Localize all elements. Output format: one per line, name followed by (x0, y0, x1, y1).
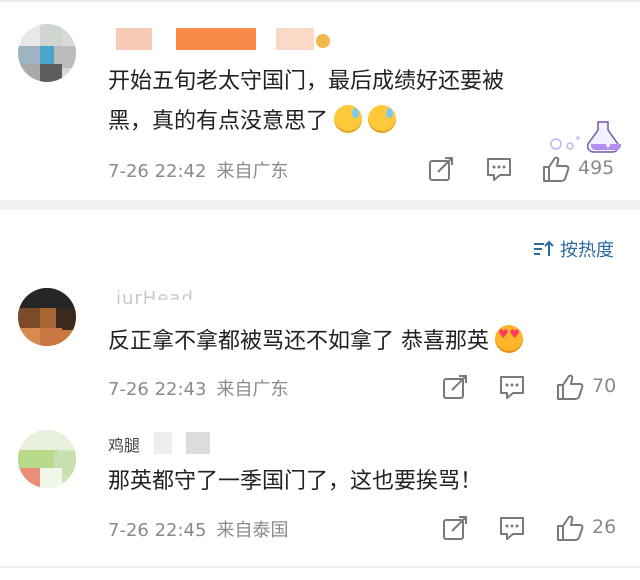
sort-label: 按热度 (560, 240, 614, 261)
share-icon[interactable] (428, 156, 454, 182)
comment-item: iurHead 反正拿不拿都被骂还不如拿了 恭喜那英 7-26 22:43 来自广… (0, 270, 640, 410)
username-redacted[interactable]: iurHead (116, 288, 316, 310)
comment-text: 反正拿不拿都被骂还不如拿了 恭喜那英 (108, 322, 523, 362)
comment-date: 7-26 22:45 (108, 520, 207, 541)
username-fragment: 鸡腿 (108, 436, 141, 455)
sort-button[interactable]: 按热度 (532, 236, 614, 262)
potion-decoration-icon (550, 121, 622, 153)
share-icon[interactable] (442, 374, 468, 400)
avatar[interactable] (18, 288, 76, 346)
comment-icon[interactable] (499, 374, 525, 400)
share-icon[interactable] (442, 515, 468, 541)
like-icon[interactable] (542, 155, 570, 183)
comment-icon[interactable] (499, 515, 525, 541)
comment-icon[interactable] (486, 156, 512, 182)
username-redacted[interactable] (116, 28, 336, 50)
comment-source: 来自广东 (216, 161, 289, 182)
comment-date: 7-26 22:42 (108, 161, 207, 182)
like-count: 495 (578, 157, 615, 179)
bottom-divider (0, 566, 640, 568)
comment-source: 来自广东 (216, 379, 289, 400)
comment-item: 开始五旬老太守国门，最后成绩好还要被 黑，真的有点没意思了 7-26 22:42… (0, 0, 640, 200)
comment-item: 鸡腿 那英都守了一季国门了，这也要挨骂！ 7-26 22:45 来自泰国 26 (0, 412, 640, 552)
comment-meta: 7-26 22:45 来自泰国 (108, 516, 298, 542)
comment-text-line-2: 黑，真的有点没意思了 (108, 109, 329, 134)
comment-text-line: 那英都守了一季国门了，这也要挨骂！ (108, 469, 483, 494)
comment-text: 开始五旬老太守国门，最后成绩好还要被 黑，真的有点没意思了 (108, 62, 504, 142)
sort-icon (534, 240, 554, 256)
sweat-face-emoji (368, 105, 397, 133)
username-redacted[interactable]: 鸡腿 (108, 432, 228, 455)
comment-text-line: 黑，真的有点没意思了 (108, 102, 504, 142)
like-icon[interactable] (556, 514, 584, 542)
sweat-face-emoji (334, 105, 363, 133)
comment-meta: 7-26 22:43 来自广东 (108, 375, 298, 401)
like-icon[interactable] (556, 373, 584, 401)
like-count: 26 (592, 516, 617, 538)
comment-text-line: 反正拿不拿都被骂还不如拿了 恭喜那英 (108, 329, 489, 354)
section-divider (0, 200, 640, 210)
comment-meta: 7-26 22:42 来自广东 (108, 157, 298, 183)
avatar[interactable] (18, 24, 76, 82)
like-count: 70 (592, 375, 617, 397)
heart-eyes-emoji (495, 325, 523, 353)
comment-text: 那英都守了一季国门了，这也要挨骂！ (108, 462, 482, 502)
avatar[interactable] (18, 430, 76, 488)
comment-date: 7-26 22:43 (108, 379, 207, 400)
comment-text-line: 开始五旬老太守国门，最后成绩好还要被 (108, 69, 505, 94)
comment-source: 来自泰国 (216, 520, 289, 541)
